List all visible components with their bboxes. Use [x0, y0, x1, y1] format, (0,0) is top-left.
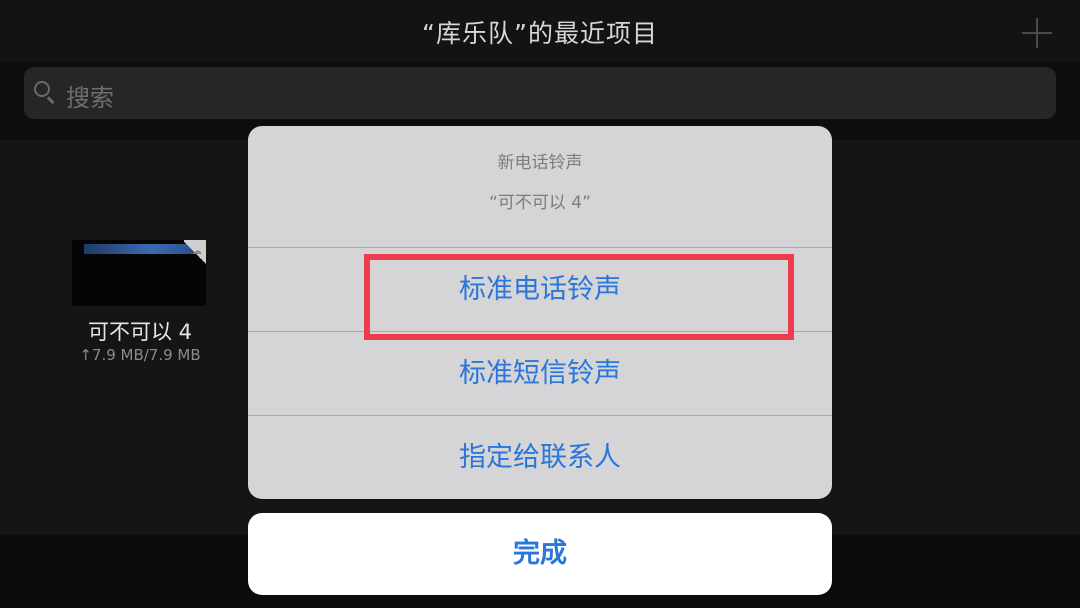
- search-placeholder: 搜索: [66, 84, 114, 112]
- file-name[interactable]: 可不可以 4: [40, 316, 240, 346]
- file-size: ↑7.9 MB/7.9 MB: [79, 346, 201, 364]
- thumbnail-track-strip: [84, 244, 196, 254]
- action-assign-to-contact[interactable]: 指定给联系人: [248, 416, 832, 499]
- search-field[interactable]: 搜索: [24, 67, 1056, 119]
- plus-icon[interactable]: [1020, 16, 1054, 50]
- search-icon: [34, 81, 50, 97]
- cloud-icon: ☁: [192, 246, 202, 257]
- file-thumbnail[interactable]: ☁: [72, 240, 206, 306]
- navigation-bar: “库乐队”的最近项目: [0, 0, 1080, 62]
- action-sheet-title: 新电话铃声: [497, 153, 583, 173]
- action-sheet-message: “可不可以 4”: [489, 193, 591, 213]
- action-standard-text-tone[interactable]: 标准短信铃声: [248, 332, 832, 415]
- highlight-annotation-box: [364, 254, 794, 340]
- done-button[interactable]: 完成: [248, 513, 832, 595]
- page-title: “库乐队”的最近项目: [422, 19, 658, 48]
